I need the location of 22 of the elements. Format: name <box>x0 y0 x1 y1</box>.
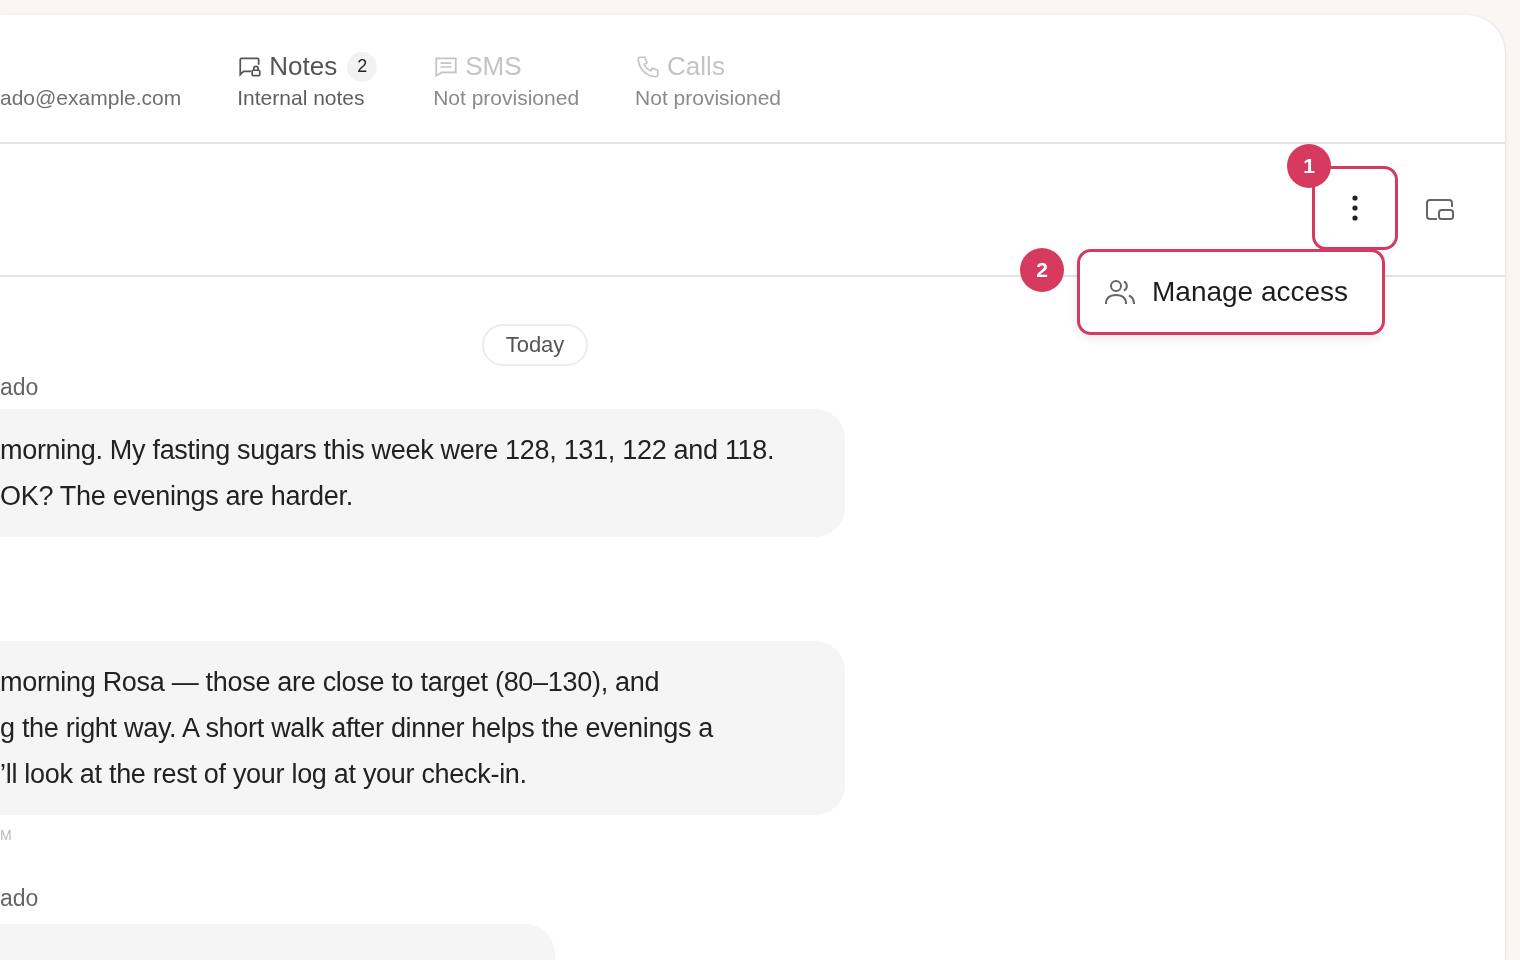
tab-subtitle: Not provisioned <box>433 86 580 110</box>
count-badge: 2 <box>347 51 378 82</box>
menu-item[interactable]: Manage access <box>1104 276 1349 308</box>
tab-title: SMS <box>465 51 522 82</box>
message-time: M <box>0 827 12 843</box>
picture-in-picture-icon <box>1425 198 1455 222</box>
message-text: morning Rosa — those are close to target (80–130), and g the right way. A short walk after dinner helps the evenings a ’ll look at the rest of your log at your check-in. <box>0 666 715 791</box>
more-options-icon <box>1352 195 1358 221</box>
phone-icon <box>635 53 662 80</box>
step-badge: 1 <box>1287 144 1331 188</box>
tab-subtitle: Not provisioned <box>635 86 781 110</box>
message-text: morning. My fasting sugars this week were 128, 131, 122 and 118. OK? The evenings are harder. <box>0 434 776 513</box>
date-divider: Today <box>481 324 589 366</box>
step-badge: 2 <box>1020 248 1064 292</box>
tab-title: Notes <box>269 51 338 82</box>
sender-name: ado <box>0 885 39 912</box>
tab-title: Calls <box>667 51 725 82</box>
channel-tab[interactable]: Notes 2 Internal notes <box>237 51 378 110</box>
sender-name: ado <box>0 374 39 401</box>
channel-tab[interactable]: ado@example.com <box>0 86 182 110</box>
tab-subtitle: Internal notes <box>237 86 366 110</box>
people-icon <box>1104 278 1136 306</box>
